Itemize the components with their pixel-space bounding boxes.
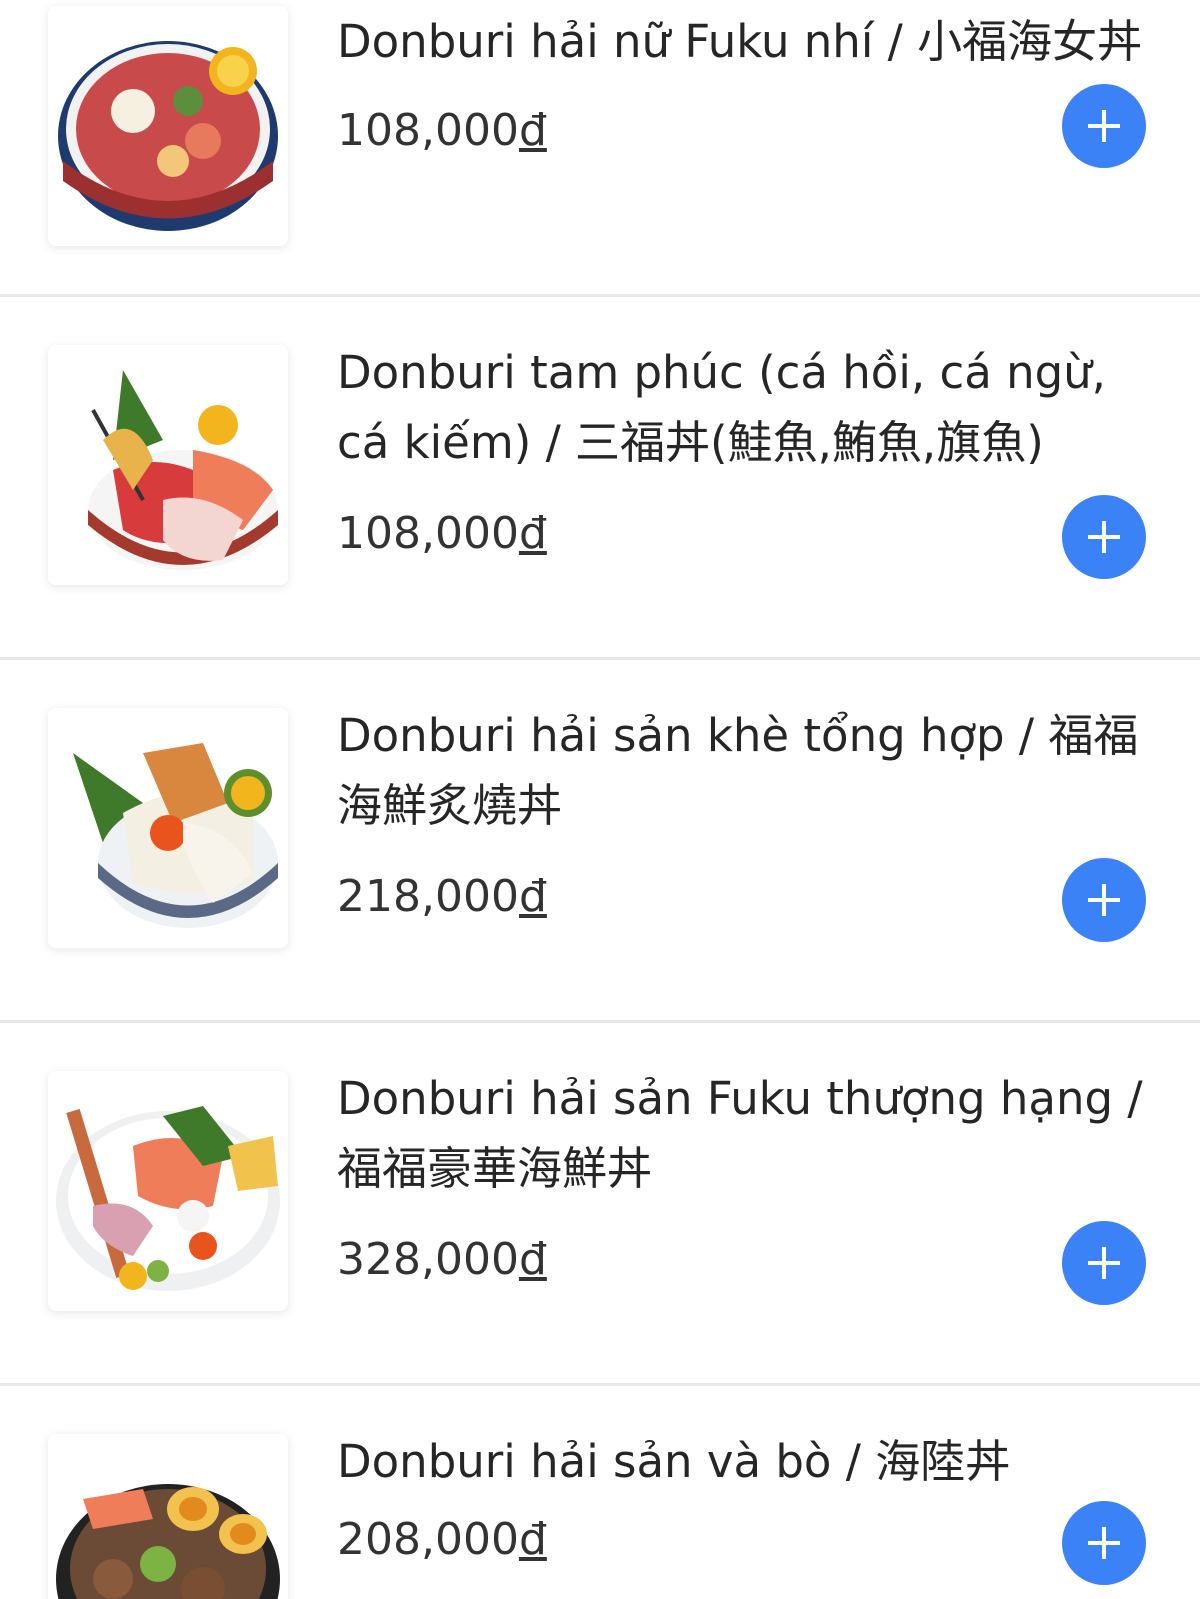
add-to-cart-button[interactable] [1062,1221,1146,1305]
currency-symbol: đ [518,1234,547,1285]
currency-symbol: đ [518,105,547,156]
menu-item[interactable]: Donburi hải sản Fuku thượng hạng / 福福豪華海… [0,1023,1200,1385]
item-name: Donburi hải sản khè tổng hợp / 福福海鮮炙燒丼 [337,709,1139,832]
item-name: Donburi tam phúc (cá hồi, cá ngừ, cá kiế… [337,346,1106,469]
price-amount: 108,000 [337,508,519,559]
item-name: Donburi hải sản Fuku thượng hạng / 福福豪華海… [337,1072,1143,1195]
plus-icon [1088,521,1120,553]
plus-icon [1088,1527,1120,1559]
item-price: 108,000đ [337,506,547,562]
price-amount: 208,000 [337,1514,519,1565]
item-price: 108,000đ [337,103,547,159]
price-amount: 108,000 [337,105,519,156]
add-to-cart-button[interactable] [1062,858,1146,942]
item-price: 208,000đ [337,1512,547,1568]
plus-icon [1088,1247,1120,1279]
seafood-rice-bowl-image[interactable] [48,6,288,246]
menu-item[interactable]: Donburi hải sản và bò / 海陸丼 208,000đ [0,1386,1200,1599]
currency-symbol: đ [518,508,547,559]
currency-symbol: đ [518,1514,547,1565]
surf-and-turf-bowl-image[interactable] [48,1434,288,1599]
price-amount: 328,000 [337,1234,519,1285]
menu-item[interactable]: Donburi tam phúc (cá hồi, cá ngừ, cá kiế… [0,297,1200,657]
item-name: Donburi hải nữ Fuku nhí / 小福海女丼 [337,15,1143,68]
add-to-cart-button[interactable] [1062,495,1146,579]
price-amount: 218,000 [337,871,519,922]
item-price: 328,000đ [337,1232,547,1288]
add-to-cart-button[interactable] [1062,84,1146,168]
sashimi-rice-bowl-image[interactable] [48,345,288,585]
menu-item[interactable]: Donburi hải sản khè tổng hợp / 福福海鮮炙燒丼 2… [0,660,1200,1020]
item-name: Donburi hải sản và bò / 海陸丼 [337,1435,1011,1488]
seared-seafood-bowl-image[interactable] [48,708,288,948]
add-to-cart-button[interactable] [1062,1501,1146,1585]
premium-seafood-bowl-image[interactable] [48,1071,288,1311]
plus-icon [1088,884,1120,916]
menu-list: Donburi hải nữ Fuku nhí / 小福海女丼 108,000đ [0,0,1200,1599]
item-price: 218,000đ [337,869,547,925]
menu-item[interactable]: Donburi hải nữ Fuku nhí / 小福海女丼 108,000đ [0,0,1200,295]
plus-icon [1088,110,1120,142]
currency-symbol: đ [518,871,547,922]
